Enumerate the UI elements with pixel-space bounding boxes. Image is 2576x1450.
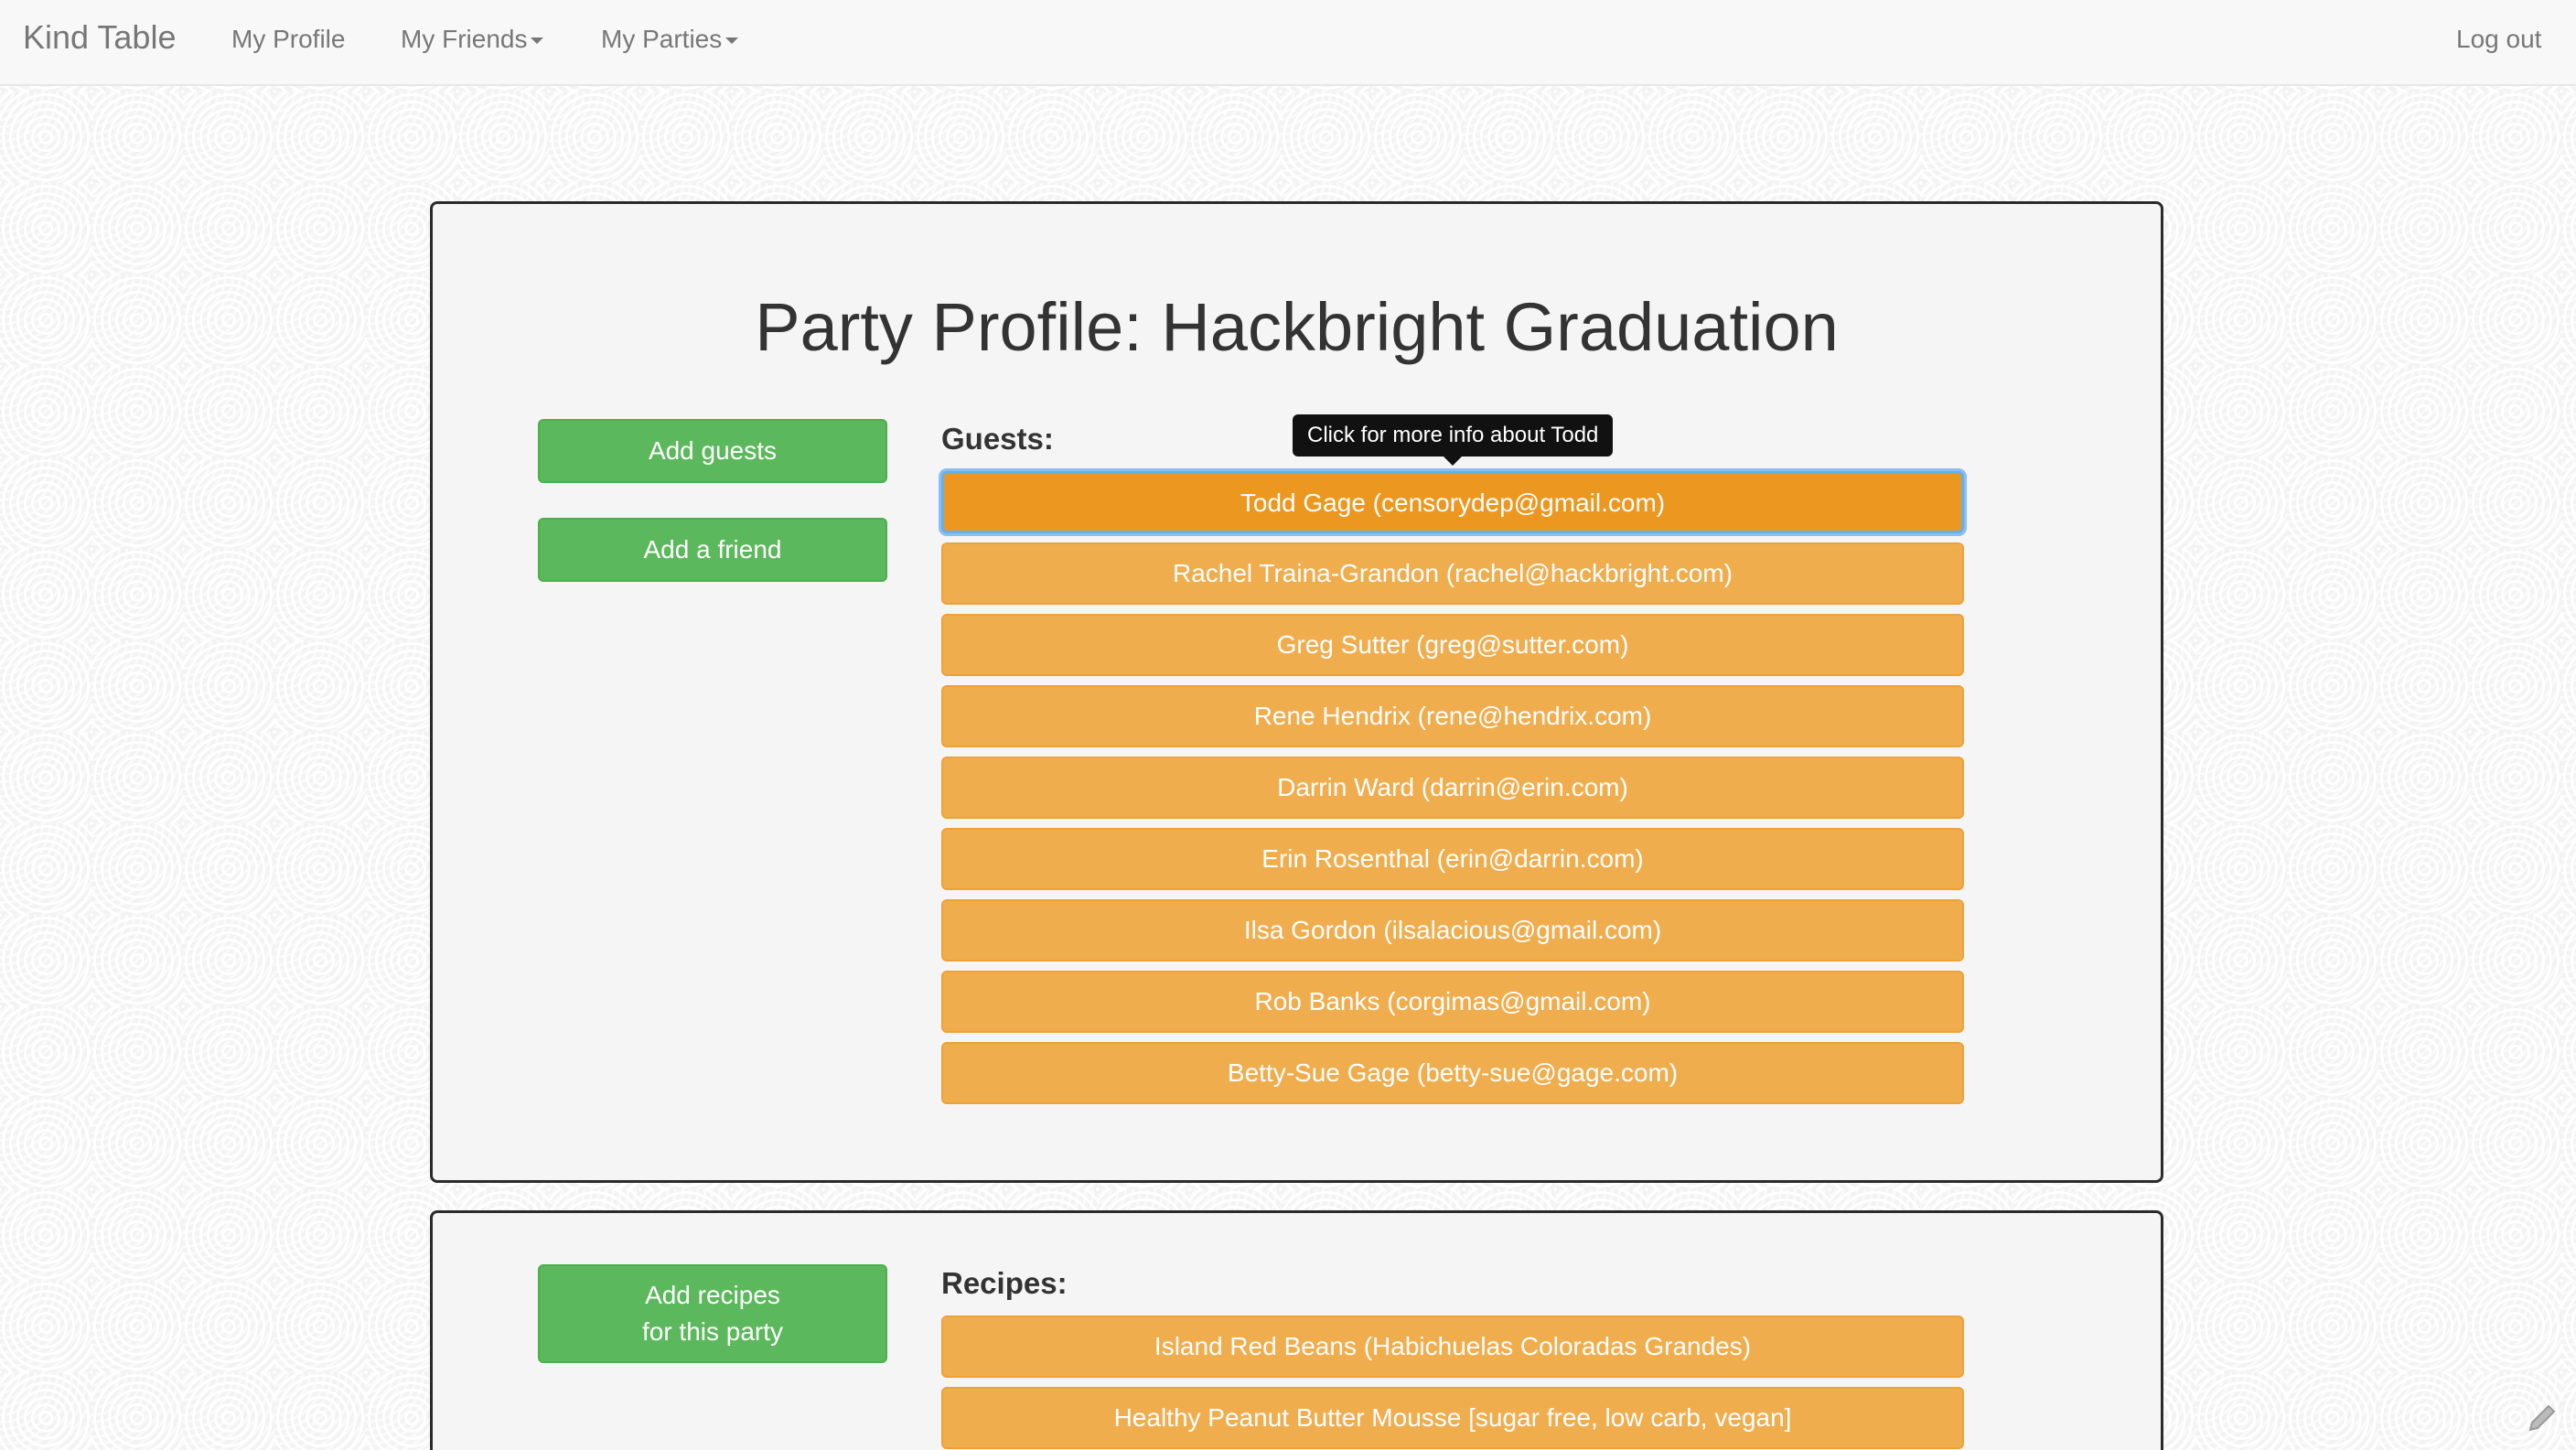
guest-button[interactable]: Rachel Traina-Grandon (rachel@hackbright… (941, 542, 1964, 605)
guest-button[interactable]: Rene Hendrix (rene@hendrix.com) (941, 685, 1964, 747)
guest-button[interactable]: Betty-Sue Gage (betty-sue@gage.com) (941, 1042, 1964, 1104)
pencil-icon[interactable] (2527, 1399, 2560, 1432)
nav-my-profile[interactable]: My Profile (231, 25, 345, 54)
guest-button[interactable]: Darrin Ward (darrin@erin.com) (941, 757, 1964, 819)
nav-my-parties-label: My Parties (601, 25, 723, 53)
logout-label: Log out (2456, 25, 2542, 53)
add-guests-button[interactable]: Add guests (538, 419, 887, 483)
add-friend-button[interactable]: Add a friend (538, 518, 887, 582)
guest-button[interactable]: Erin Rosenthal (erin@darrin.com) (941, 828, 1964, 890)
add-guests-label: Add guests (648, 436, 778, 465)
tooltip-arrow (1444, 456, 1463, 466)
nav-my-friends-dropdown[interactable]: My Friends (401, 25, 544, 54)
recipe-button[interactable]: Island Red Beans (Habichuelas Coloradas … (941, 1316, 1964, 1378)
guest-button[interactable]: Greg Sutter (greg@sutter.com) (941, 614, 1964, 676)
guest-button[interactable]: Rob Banks (corgimas@gmail.com) (941, 971, 1964, 1033)
party-profile-panel: Party Profile: Hackbright Graduation Add… (430, 201, 2163, 1183)
add-friend-label: Add a friend (643, 535, 782, 564)
recipes-panel: Add recipes for this party Recipes: Isla… (430, 1210, 2163, 1450)
tooltip-text: Click for more info about Todd (1307, 423, 1599, 447)
add-recipes-label-line1: Add recipes (645, 1281, 780, 1309)
chevron-down-icon (725, 38, 739, 45)
nav-my-friends-label: My Friends (401, 25, 528, 53)
nav-my-profile-label: My Profile (231, 25, 346, 53)
chevron-down-icon (531, 38, 544, 45)
guest-button[interactable]: Ilsa Gordon (ilsalacious@gmail.com) (941, 899, 1964, 961)
guest-button[interactable]: Todd Gage (censorydep@gmail.com) (941, 471, 1964, 533)
recipes-heading: Recipes: (941, 1266, 1068, 1300)
guests-heading: Guests: (941, 422, 1054, 456)
guest-tooltip: Click for more info about Todd (1293, 414, 1614, 466)
page-title: Party Profile: Hackbright Graduation (755, 289, 1839, 365)
logout-link[interactable]: Log out (2456, 25, 2541, 54)
recipe-button[interactable]: Healthy Peanut Butter Mousse [sugar free… (941, 1387, 1964, 1449)
top-navbar: Kind Table My Profile My Friends My Part… (0, 0, 2576, 86)
recipe-list: Island Red Beans (Habichuelas Coloradas … (941, 1316, 1964, 1450)
nav-my-parties-dropdown[interactable]: My Parties (601, 25, 739, 54)
guest-list: Todd Gage (censorydep@gmail.com) Rachel … (941, 471, 1964, 1113)
add-recipes-button[interactable]: Add recipes for this party (538, 1264, 887, 1363)
add-recipes-label-line2: for this party (641, 1317, 784, 1346)
brand-logo[interactable]: Kind Table (23, 18, 176, 57)
